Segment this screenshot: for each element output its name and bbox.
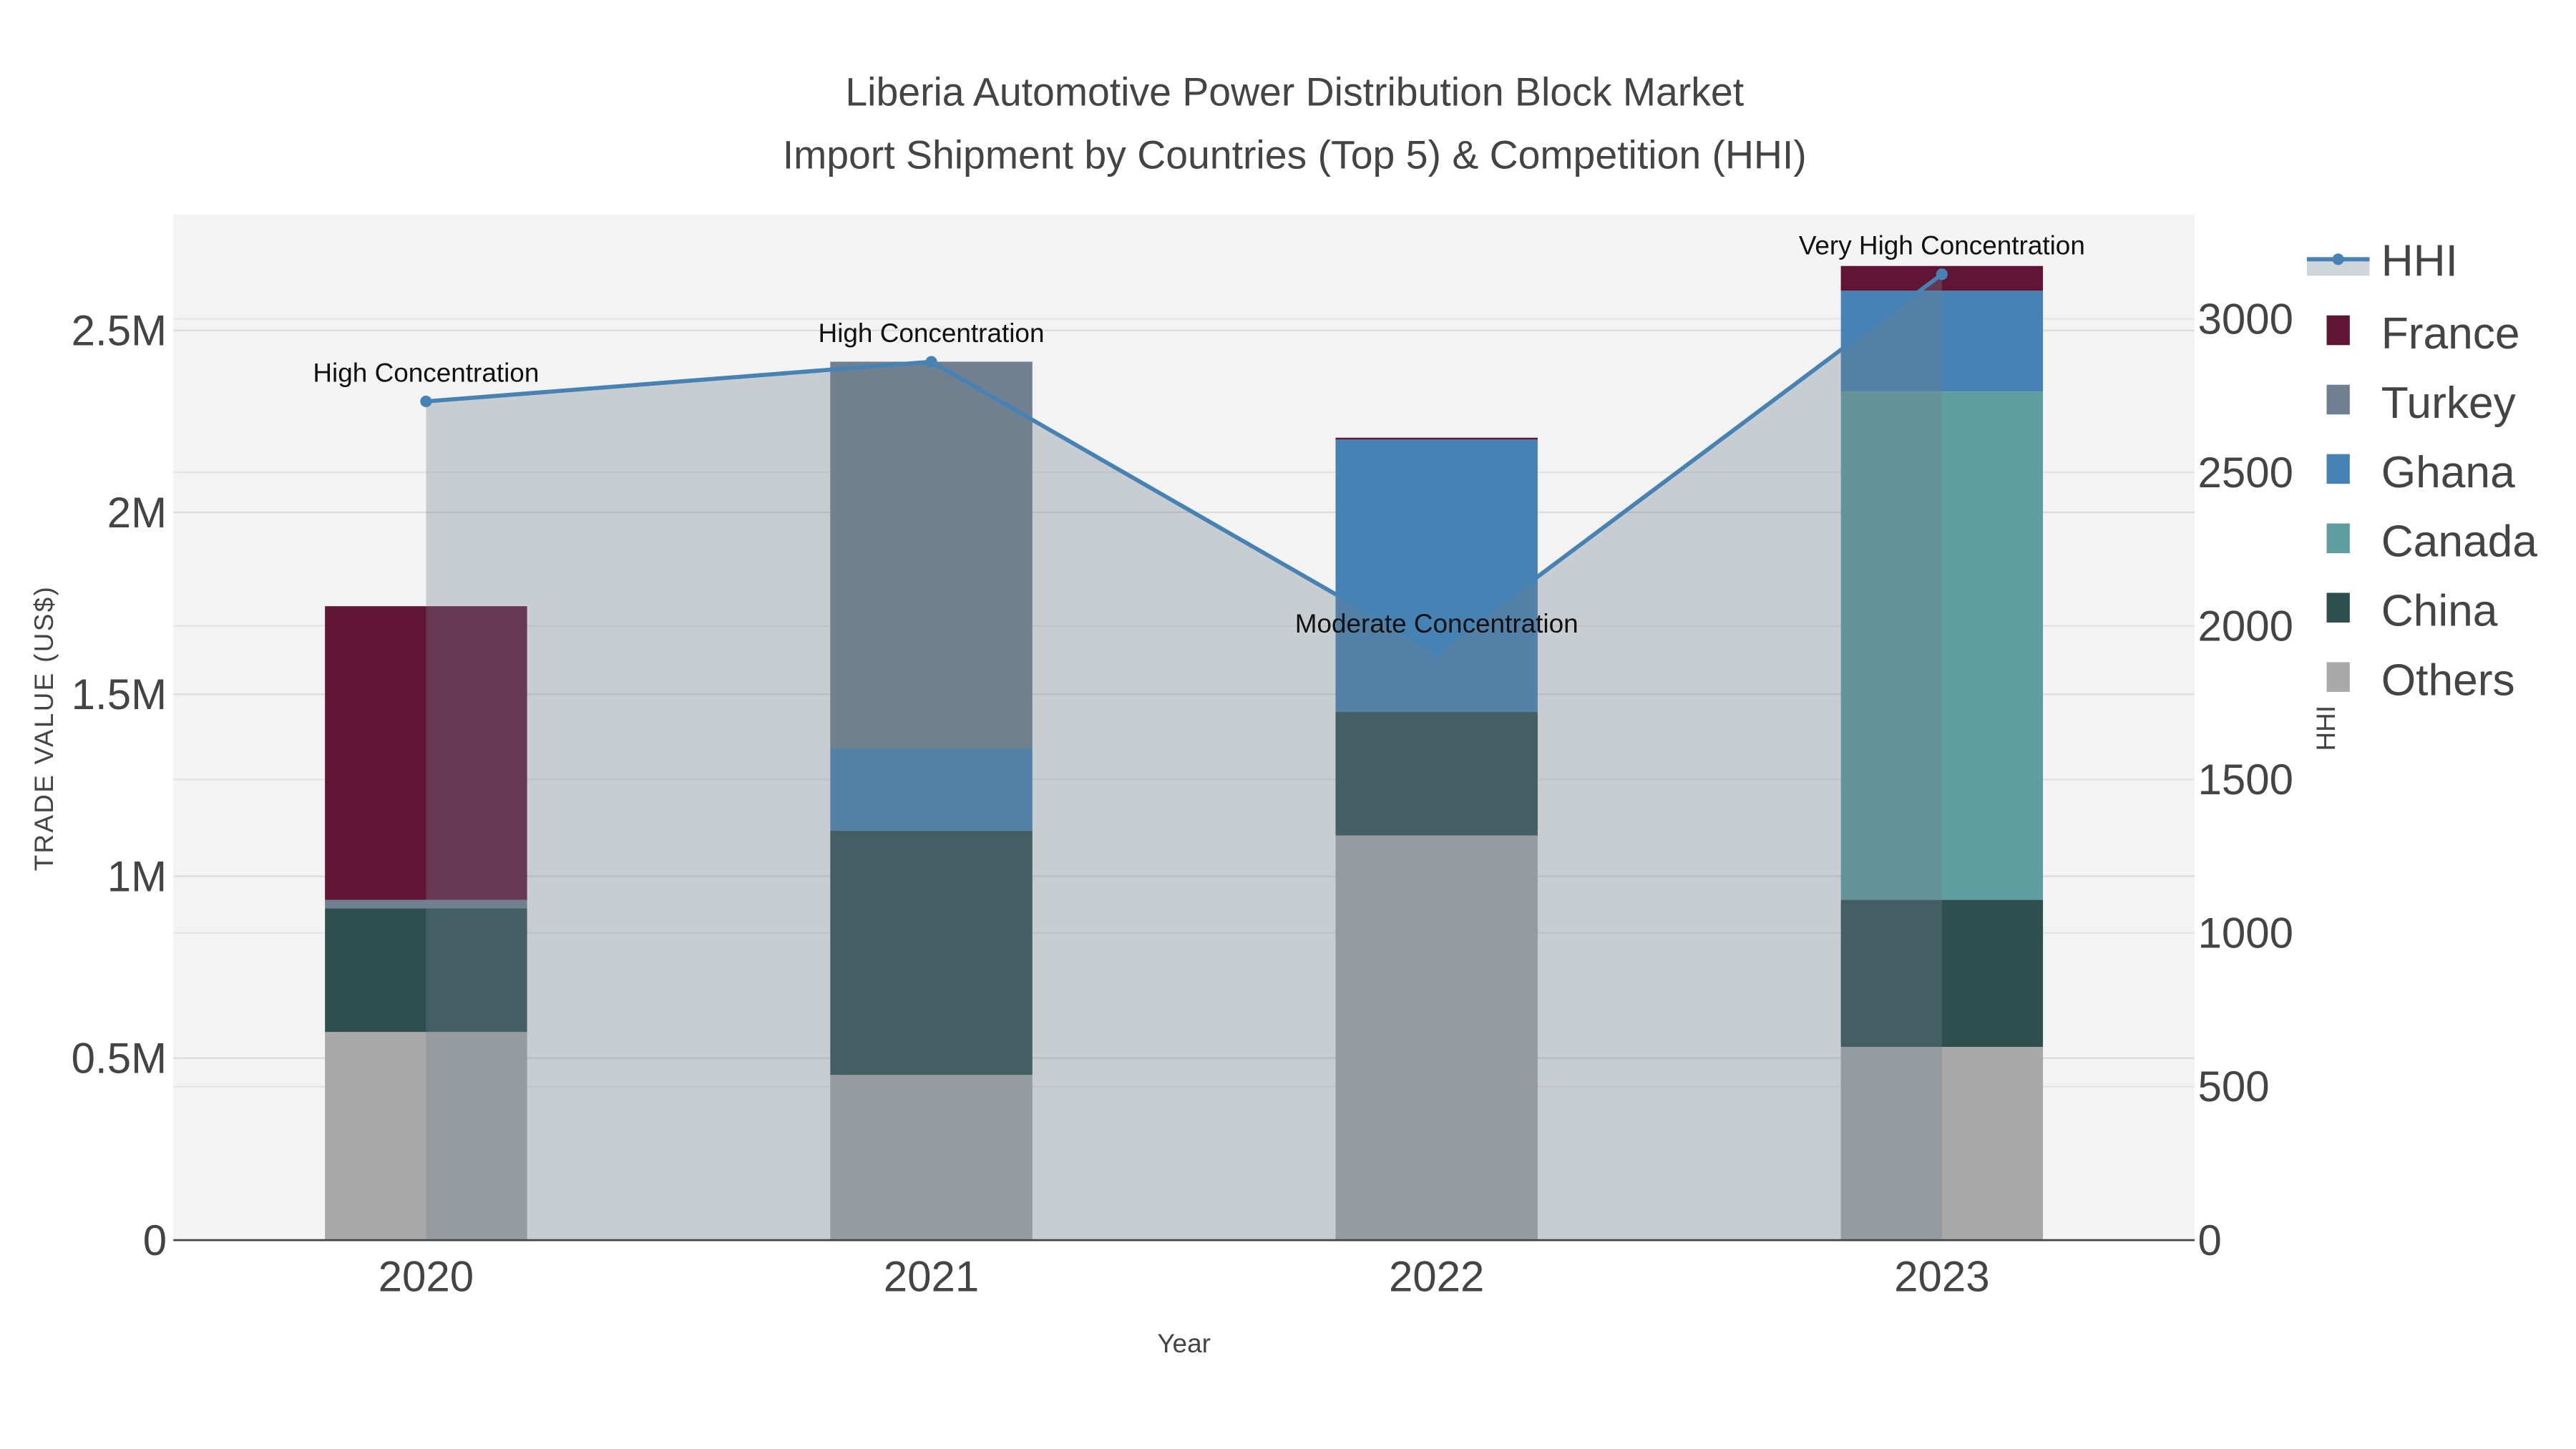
y2-tick-label: 1500 <box>2198 756 2293 804</box>
hhi-point-2021 <box>925 356 937 368</box>
legend-label-turkey: Turkey <box>2381 379 2517 428</box>
legend-swatch-others <box>2326 662 2350 692</box>
y-tick-label: 0.5M <box>72 1035 167 1083</box>
chart-title-line2: Import Shipment by Countries (Top 5) & C… <box>783 132 1807 177</box>
legend-label-ghana: Ghana <box>2381 448 2515 497</box>
y-tick-label: 1.5M <box>72 670 167 718</box>
y2-tick-label: 0 <box>2198 1216 2222 1264</box>
legend: HHI France Turkey Ghana Canada China Others <box>2306 236 2538 706</box>
y2-tick-label: 3000 <box>2198 295 2293 343</box>
bar-france-2022 <box>1335 437 1538 440</box>
legend-label-others: Others <box>2381 656 2515 706</box>
hhi-point-2020 <box>420 395 432 408</box>
legend-swatch-turkey <box>2326 384 2350 415</box>
x-axis-title: Year <box>1157 1329 1211 1358</box>
legend-swatch-china <box>2326 592 2350 623</box>
legend-swatch-canada <box>2326 523 2350 554</box>
hhi-annotation: Very High Concentration <box>1799 231 2085 260</box>
legend-label-canada: Canada <box>2381 517 2538 567</box>
legend-label-china: China <box>2381 587 2498 636</box>
y-tick-label: 1M <box>107 852 167 900</box>
legend-label-hhi: HHI <box>2381 236 2458 286</box>
legend-hhi-marker <box>2332 253 2344 265</box>
y2-tick-label: 2500 <box>2198 449 2293 497</box>
chart: Liberia Automotive Power Distribution Bl… <box>29 70 2538 1358</box>
x-tick-label: 2020 <box>379 1253 474 1301</box>
y2-tick-label: 2000 <box>2198 602 2293 650</box>
y-tick-label: 0 <box>143 1216 167 1264</box>
chart-title-line1: Liberia Automotive Power Distribution Bl… <box>845 70 1744 114</box>
hhi-point-2023 <box>1936 268 1948 280</box>
hhi-annotation: High Concentration <box>313 358 539 387</box>
x-tick-label: 2023 <box>1894 1253 1989 1301</box>
hhi-annotation: Moderate Concentration <box>1295 609 1579 638</box>
y2-tick-label: 500 <box>2198 1063 2270 1111</box>
legend-swatch-france <box>2326 315 2350 346</box>
y2-tick-label: 1000 <box>2198 909 2293 957</box>
y2-axis-title: HHI <box>2311 706 2341 751</box>
x-tick-label: 2022 <box>1389 1253 1484 1301</box>
y-tick-label: 2.5M <box>72 306 167 354</box>
x-tick-label: 2021 <box>884 1253 979 1301</box>
legend-label-france: France <box>2381 309 2520 358</box>
hhi-annotation: High Concentration <box>819 318 1045 348</box>
y-axis-title: TRADE VALUE (US$) <box>29 585 59 871</box>
y-tick-label: 2M <box>107 489 167 537</box>
hhi-point-2022 <box>1430 646 1443 658</box>
legend-swatch-ghana <box>2326 454 2350 484</box>
